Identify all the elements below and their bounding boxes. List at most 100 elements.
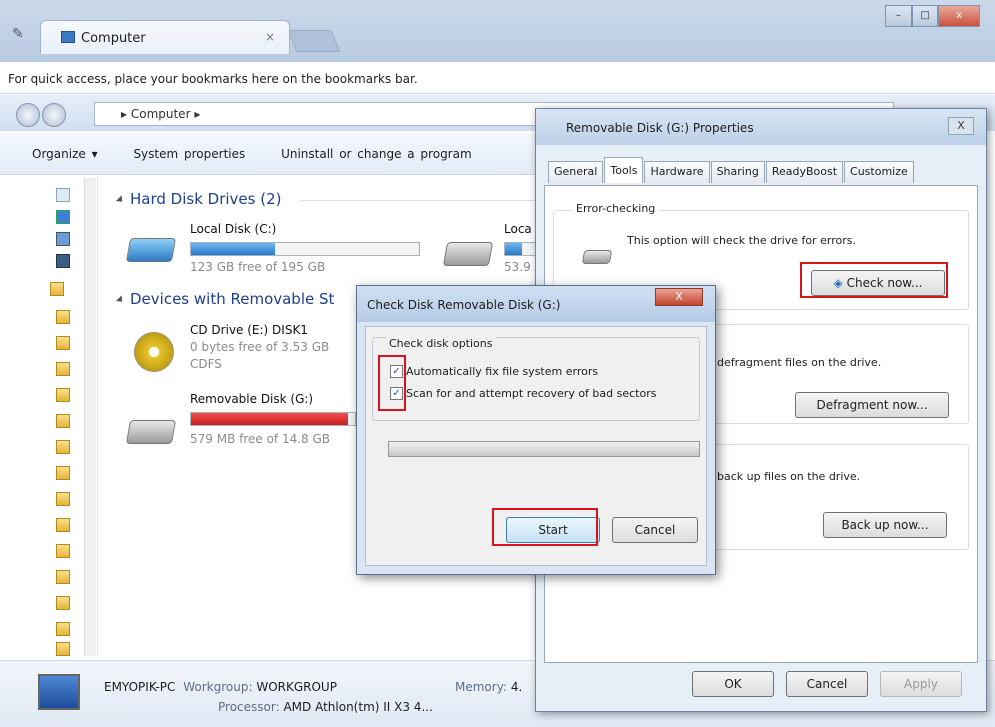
check-disk-options-label: Check disk options: [386, 337, 496, 350]
memory-value: 4.: [510, 680, 523, 694]
maximize-button[interactable]: □: [911, 5, 939, 27]
back-button[interactable]: [16, 103, 40, 127]
hard-disk-group-header[interactable]: Hard Disk Drives (2): [130, 190, 281, 208]
tab-general[interactable]: General: [548, 161, 604, 183]
removable-group-header[interactable]: Devices with Removable St: [130, 290, 334, 308]
computer-icon: [61, 31, 75, 43]
local-disk-icon[interactable]: [125, 238, 177, 262]
memory-label: Memory:: [455, 680, 507, 694]
tab-tools[interactable]: Tools: [604, 157, 644, 183]
tab-title: Computer: [81, 31, 146, 46]
local-disk-icon[interactable]: [442, 242, 494, 266]
desktop-icon[interactable]: [56, 188, 70, 202]
drive-name: Removable Disk (G:): [190, 392, 314, 406]
scan-recover-label[interactable]: Scan for and attempt recovery of bad sec…: [406, 387, 656, 400]
videos-icon[interactable]: [56, 254, 70, 268]
checkbox-highlight: [378, 355, 406, 411]
organize-button[interactable]: Organize ▾: [32, 147, 98, 161]
folder-icon[interactable]: [56, 310, 70, 324]
drive-c-usage-bar: [190, 242, 420, 256]
details-text: EMYOPIK-PC Workgroup: WORKGROUP: [104, 680, 337, 694]
tab-close-icon[interactable]: ×: [265, 30, 275, 44]
workgroup-label: Workgroup:: [183, 680, 253, 694]
drive-d[interactable]: Loca: [504, 222, 532, 236]
processor-value: AMD Athlon(tm) II X3 4...: [283, 700, 433, 714]
defrag-text: defragment files on the drive.: [717, 356, 882, 369]
explorer-toolbar: Organize ▾ System properties Uninstall o…: [0, 133, 540, 175]
processor-label: Processor:: [218, 700, 280, 714]
browser-tab[interactable]: Computer ×: [40, 20, 290, 54]
check-disk-close-button[interactable]: X: [655, 288, 703, 306]
error-checking-label: Error-checking: [573, 202, 659, 215]
folder-icon[interactable]: [56, 440, 70, 454]
cd-drive-icon[interactable]: [134, 332, 174, 372]
ok-button[interactable]: OK: [692, 671, 774, 697]
drive-filesystem: CDFS: [190, 357, 222, 371]
folder-icon[interactable]: [56, 336, 70, 350]
drive-name: Loca: [504, 222, 532, 236]
properties-titlebar[interactable]: Removable Disk (G:) Properties X: [536, 109, 986, 145]
drive-c-usage-fill: [191, 243, 276, 255]
music-icon[interactable]: [56, 210, 70, 224]
folder-icon[interactable]: [56, 466, 70, 480]
tab-readyboost[interactable]: ReadyBoost: [765, 161, 844, 183]
properties-close-button[interactable]: X: [948, 117, 974, 135]
folder-icon[interactable]: [56, 622, 70, 636]
tab-hardware[interactable]: Hardware: [644, 161, 710, 183]
close-window-button[interactable]: x: [938, 5, 980, 27]
memory-info: Memory: 4.: [455, 680, 522, 694]
check-disk-progress-bar: [388, 441, 700, 457]
properties-title: Removable Disk (G:) Properties: [566, 121, 754, 135]
folder-icon[interactable]: [56, 518, 70, 532]
new-tab-button[interactable]: [287, 30, 341, 52]
uninstall-button[interactable]: Uninstall or change a program: [281, 147, 472, 161]
properties-tabs: General Tools Hardware Sharing ReadyBoos…: [548, 157, 915, 183]
workgroup-value: WORKGROUP: [256, 680, 337, 694]
folder-icon[interactable]: [56, 642, 70, 656]
check-disk-titlebar[interactable]: Check Disk Removable Disk (G:) X: [357, 286, 715, 322]
drive-g[interactable]: Removable Disk (G:): [190, 392, 313, 406]
auto-fix-label[interactable]: Automatically fix file system errors: [406, 365, 598, 378]
drive-name: CD Drive (E:) DISK1: [190, 323, 308, 337]
forward-button[interactable]: [42, 103, 66, 127]
drive-free-text: 579 MB free of 14.8 GB: [190, 432, 331, 446]
folder-icon[interactable]: [56, 492, 70, 506]
check-disk-cancel-button[interactable]: Cancel: [612, 517, 698, 543]
tab-sharing[interactable]: Sharing: [710, 161, 765, 183]
minimize-button[interactable]: –: [885, 5, 912, 27]
check-now-highlight: [800, 262, 948, 298]
nav-scrollbar[interactable]: [84, 178, 96, 656]
folder-icon[interactable]: [56, 414, 70, 428]
folder-icon[interactable]: [56, 596, 70, 610]
drive-g-free: 579 MB free of 14.8 GB: [190, 432, 330, 446]
folder-icon[interactable]: [56, 362, 70, 376]
wrench-icon[interactable]: ✎: [12, 26, 24, 42]
drive-name: Local Disk (C:): [190, 222, 277, 236]
defragment-now-button[interactable]: Defragment now...: [795, 392, 949, 418]
breadcrumb[interactable]: Computer: [131, 107, 191, 121]
computer-icon: [38, 674, 80, 710]
system-properties-button[interactable]: System properties: [133, 147, 245, 161]
folder-icon[interactable]: [56, 544, 70, 558]
window-controls: – □ x: [885, 5, 980, 27]
check-disk-title: Check Disk Removable Disk (G:): [367, 298, 561, 312]
drive-e[interactable]: CD Drive (E:) DISK1 0 bytes free of 3.53…: [190, 322, 329, 373]
folder-icon[interactable]: [56, 388, 70, 402]
error-checking-text: This option will check the drive for err…: [627, 234, 856, 247]
cancel-button[interactable]: Cancel: [786, 671, 868, 697]
back-up-now-button[interactable]: Back up now...: [823, 512, 947, 538]
drive-g-usage-bar: [190, 412, 356, 426]
pictures-icon[interactable]: [56, 232, 70, 246]
drive-d-free: 53.9: [504, 260, 531, 274]
bookmarks-bar: For quick access, place your bookmarks h…: [0, 62, 995, 94]
drive-free-text: 53.9: [504, 260, 531, 274]
tab-customize[interactable]: Customize: [844, 161, 914, 183]
folder-icon[interactable]: [50, 282, 64, 296]
apply-button[interactable]: Apply: [880, 671, 962, 697]
drive-g-usage-fill: [191, 413, 349, 425]
folder-icon[interactable]: [56, 570, 70, 584]
drive-c[interactable]: Local Disk (C:): [190, 222, 276, 236]
start-highlight: [492, 508, 598, 546]
removable-disk-icon[interactable]: [125, 420, 177, 444]
backup-text: back up files on the drive.: [717, 470, 861, 483]
